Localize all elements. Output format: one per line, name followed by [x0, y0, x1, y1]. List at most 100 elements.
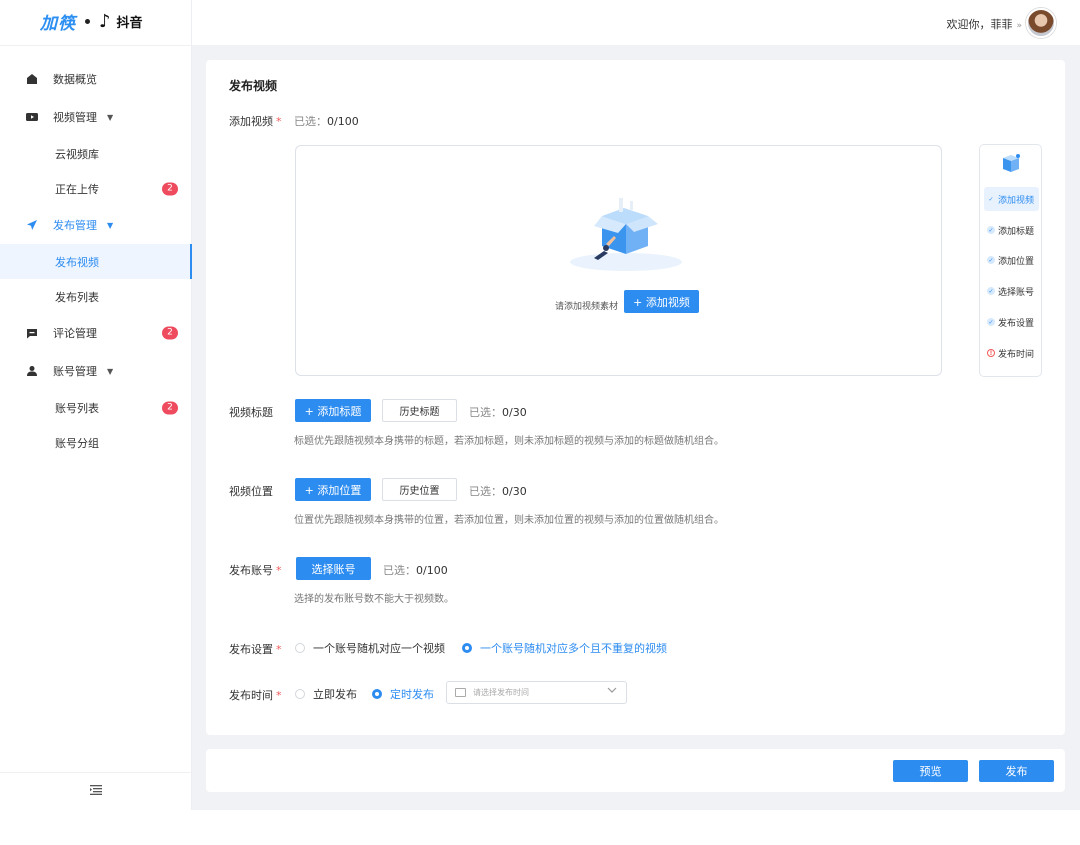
step-add-title[interactable]: ✓ 添加标题 [984, 218, 1039, 242]
step-add-location[interactable]: ✓ 添加位置 [984, 248, 1039, 272]
step-publish-time[interactable]: ! 发布时间 [984, 341, 1039, 365]
preview-button[interactable]: 预览 [893, 760, 968, 782]
selected-prefix: 已选： [469, 406, 502, 419]
warning-icon: ! [987, 349, 995, 357]
logo-separator-dot [85, 18, 90, 24]
paper-plane-icon [25, 218, 39, 232]
count-badge: 2 [162, 401, 178, 414]
publish-time-picker[interactable]: 请选择发布时间 [446, 681, 627, 704]
sidebar-divider [0, 45, 192, 46]
field-label-text: 发布账号 [229, 564, 273, 577]
sidebar-item-label: 云视频库 [55, 147, 99, 161]
sidebar: 加筷 ♪ 抖音 数据概览 视频管理 ▼ 云视频库 正在上传 2 发布管理 ▼ 发… [0, 0, 192, 810]
chevron-right-icon: » [1016, 21, 1022, 31]
count-badge: 2 [162, 182, 178, 195]
sidebar-item-label: 发布列表 [55, 290, 99, 304]
select-account-button[interactable]: 选择账号 [296, 557, 371, 580]
radio-circle [295, 689, 305, 699]
required-mark: * [276, 643, 282, 656]
video-camera-icon [25, 110, 39, 124]
publish-video-card: 发布视频 添加视频 * 已选：0/100 请添加视频素材 + 添加视频 ✓ 添加… [206, 60, 1065, 735]
action-bar: 预览 发布 [206, 749, 1065, 792]
account-hint-text: 选择的发布账号数不能大于视频数。 [294, 594, 454, 605]
user-menu[interactable]: 欢迎你，菲菲» [946, 16, 1022, 32]
location-hint-text: 位置优先跟随视频本身携带的位置，若添加位置，则未添加位置的视频与添加的位置做随机… [294, 515, 724, 526]
sidebar-item-cloud-library[interactable]: 云视频库 [0, 136, 192, 171]
sidebar-item-uploading[interactable]: 正在上传 2 [0, 171, 192, 206]
selected-value: 0/100 [327, 115, 359, 128]
sidebar-item-label: 正在上传 [55, 182, 99, 196]
step-label: 添加视频 [998, 195, 1035, 206]
add-location-button[interactable]: + 添加位置 [295, 478, 371, 501]
sidebar-item-video-management[interactable]: 视频管理 ▼ [0, 98, 192, 136]
selected-prefix: 已选： [469, 485, 502, 498]
check-icon: ✓ [987, 318, 995, 326]
count-badge: 2 [162, 326, 178, 340]
selected-prefix: 已选： [294, 115, 327, 128]
location-selected-count: 已选：0/30 [469, 483, 527, 499]
platform-name: 抖音 [116, 15, 143, 31]
account-selected-count: 已选：0/100 [383, 562, 448, 578]
picker-placeholder: 请选择发布时间 [473, 688, 529, 697]
sidebar-item-label: 数据概览 [53, 73, 97, 86]
step-label: 发布设置 [998, 318, 1035, 329]
top-header: 欢迎你，菲菲» [192, 0, 1080, 45]
publish-time-label: 发布时间 * [229, 687, 282, 703]
sidebar-collapse-toggle[interactable] [0, 772, 192, 810]
add-video-button[interactable]: + 添加视频 [624, 290, 699, 313]
step-select-account[interactable]: ✓ 选择账号 [984, 279, 1039, 303]
video-title-label: 视频标题 [229, 406, 273, 419]
check-icon: ✓ [987, 226, 995, 234]
add-video-label: 添加视频 * [229, 113, 282, 129]
sidebar-item-account-group[interactable]: 账号分组 [0, 425, 192, 460]
field-label-text: 添加视频 [229, 115, 273, 128]
chevron-down-icon: ▼ [107, 112, 114, 122]
sidebar-item-label: 评论管理 [53, 327, 97, 340]
brand-mascot-icon [1003, 154, 1020, 172]
sidebar-nav: 数据概览 视频管理 ▼ 云视频库 正在上传 2 发布管理 ▼ 发布视频 发布列表… [0, 60, 192, 460]
video-upload-dropzone[interactable]: 请添加视频素材 + 添加视频 [295, 145, 942, 376]
sidebar-item-label: 视频管理 [53, 111, 97, 124]
page-title: 发布视频 [229, 79, 278, 93]
radio-label: 一个账号随机对应一个视频 [313, 642, 445, 655]
radio-one-to-many[interactable]: 一个账号随机对应多个且不重复的视频 [462, 640, 667, 656]
step-publish-settings[interactable]: ✓ 发布设置 [984, 310, 1039, 334]
empty-box-illustration [570, 198, 682, 271]
calendar-icon [455, 688, 466, 697]
sidebar-item-data-overview[interactable]: 数据概览 [0, 60, 192, 98]
selected-prefix: 已选： [383, 564, 416, 577]
avatar[interactable] [1026, 8, 1056, 38]
step-label: 添加标题 [998, 226, 1035, 237]
sidebar-item-comment-management[interactable]: 评论管理 2 [0, 314, 192, 352]
video-selected-count: 已选：0/100 [294, 113, 359, 129]
radio-one-to-one[interactable]: 一个账号随机对应一个视频 [295, 640, 445, 656]
history-title-button[interactable]: 历史标题 [382, 399, 457, 422]
app-logo[interactable]: 加筷 ♪ 抖音 [40, 10, 143, 34]
title-selected-count: 已选：0/30 [469, 404, 527, 420]
publish-account-label: 发布账号 * [229, 562, 282, 578]
sidebar-item-label: 发布管理 [53, 219, 97, 232]
field-label-text: 发布设置 [229, 643, 273, 656]
sidebar-item-publish-video[interactable]: 发布视频 [0, 244, 192, 279]
sidebar-item-publish-management[interactable]: 发布管理 ▼ [0, 206, 192, 244]
publish-button[interactable]: 发布 [979, 760, 1054, 782]
required-mark: * [276, 689, 282, 702]
required-mark: * [276, 564, 282, 577]
radio-circle [295, 643, 305, 653]
sidebar-item-publish-list[interactable]: 发布列表 [0, 279, 192, 314]
home-icon [25, 72, 39, 86]
sidebar-item-label: 账号分组 [55, 436, 99, 450]
field-label-text: 发布时间 [229, 689, 273, 702]
required-mark: * [276, 115, 282, 128]
step-add-video[interactable]: ✓ 添加视频 [984, 187, 1039, 211]
sidebar-item-account-management[interactable]: 账号管理 ▼ [0, 352, 192, 390]
radio-scheduled-publish[interactable]: 定时发布 [372, 686, 434, 702]
add-title-button[interactable]: + 添加标题 [295, 399, 371, 422]
chevron-down-icon: ▼ [107, 220, 114, 230]
radio-publish-now[interactable]: 立即发布 [295, 686, 357, 702]
step-navigator: ✓ 添加视频 ✓ 添加标题 ✓ 添加位置 ✓ 选择账号 ✓ 发布设置 ! 发布时间 [979, 144, 1042, 377]
chevron-down-icon: ▼ [107, 366, 114, 376]
history-location-button[interactable]: 历史位置 [382, 478, 457, 501]
brand-logo-text: 加筷 [40, 13, 76, 34]
sidebar-item-account-list[interactable]: 账号列表 2 [0, 390, 192, 425]
